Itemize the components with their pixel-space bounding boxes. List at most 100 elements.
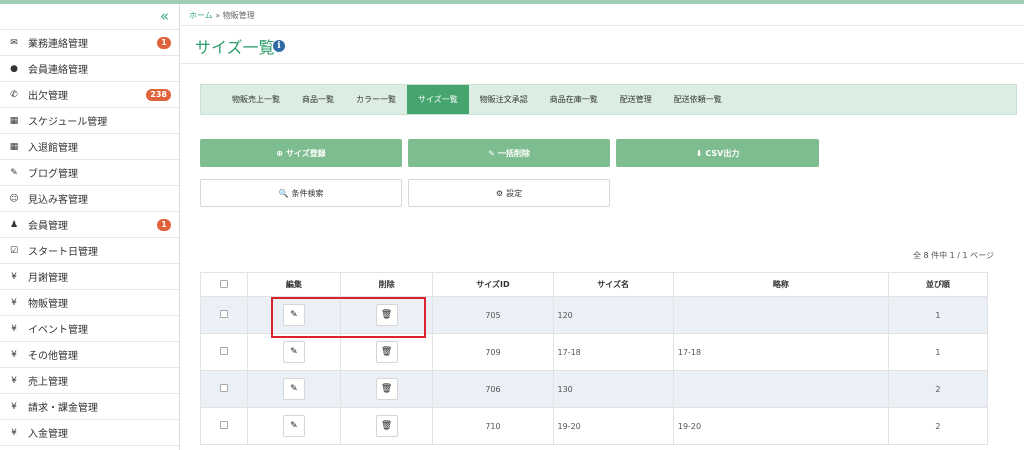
info-icon[interactable]: i [273, 40, 285, 52]
calendar-icon: ▦ [9, 115, 19, 126]
settings-button[interactable]: ⚙ 設定 [408, 179, 610, 207]
sidebar-item[interactable]: ¥ 月謝管理 [0, 264, 179, 290]
size-register-button[interactable]: ⊕ サイズ登録 [200, 139, 402, 167]
yen-icon: ¥ [11, 349, 17, 360]
abbreviation-cell [672, 296, 889, 334]
table-row[interactable]: ✎ 🗑 709 17-18 17-18 1 [199, 333, 989, 371]
pagination-info: 全 8 件中 1 / 1 ページ [912, 251, 994, 260]
row-checkbox[interactable] [220, 310, 229, 318]
sidebar-badge: 238 [146, 89, 171, 101]
comment-icon: ● [10, 63, 18, 74]
tab-item[interactable]: 商品在庫一覧 [539, 85, 609, 114]
sidebar-item[interactable]: ✉ 業務連絡管理 1 [0, 30, 179, 56]
header-delete: 削除 [339, 272, 434, 297]
tab-item[interactable]: 商品一覧 [291, 85, 345, 114]
condition-search-label: 条件検索 [291, 188, 324, 198]
yen-icon: ¥ [11, 427, 17, 438]
table-row[interactable]: ✎ 🗑 706 130 2 [199, 370, 989, 408]
header-edit: 編集 [247, 272, 341, 297]
sidebar-item[interactable]: ☑ スタート日管理 [0, 238, 179, 264]
sidebar-item[interactable]: ✆ 出欠管理 238 [0, 82, 179, 108]
breadcrumb: ホーム » 物販管理 [181, 4, 1024, 26]
yen-icon: ¥ [11, 323, 17, 334]
size-name-cell: 17-18 [552, 333, 674, 371]
main-content: ホーム » 物販管理 サイズ一覧 i 物販売上一覧 商品一覧 カラー一覧 サイズ一覧物… [181, 4, 1024, 450]
collapse-sidebar-icon[interactable]: « [160, 7, 169, 25]
yen-icon: ¥ [11, 271, 17, 282]
edit-pencil-icon[interactable]: ✎ [282, 341, 305, 363]
sidebar-badge: 1 [157, 219, 171, 231]
edit-pencil-icon[interactable]: ✎ [282, 415, 305, 437]
envelope-icon: ✉ [10, 37, 18, 48]
header-size-name[interactable]: サイズ名 [552, 272, 674, 297]
tab-item[interactable]: 物販注文承認 [469, 85, 539, 114]
sidebar: « ✉ 業務連絡管理 1 ● 会員連絡管理 ✆ 出欠管理 238 ▦ スケジュール管理 ▦ 入退館管理… [0, 4, 180, 450]
yen-icon: ¥ [11, 401, 17, 412]
row-checkbox[interactable] [220, 421, 229, 429]
size-register-label: サイズ登録 [285, 148, 326, 158]
sort-order-cell: 1 [887, 296, 989, 334]
delete-trash-icon[interactable]: 🗑 [375, 378, 398, 400]
sidebar-collapse-row: « [0, 4, 179, 30]
sidebar-item-label: 見込み客管理 [28, 195, 88, 206]
sidebar-item-label: 会員連絡管理 [28, 65, 88, 76]
sidebar-item[interactable]: ¥ 売上管理 [0, 368, 179, 394]
sidebar-item[interactable]: ¥ その他管理 [0, 342, 179, 368]
tab-bar: 物販売上一覧 商品一覧 カラー一覧 サイズ一覧 物販注文承認 商品在庫一覧 配送管理 配送依頼… [200, 84, 1017, 115]
sidebar-item[interactable]: ♟ 会員管理 1 [0, 212, 179, 238]
yen-icon: ¥ [11, 297, 17, 308]
size-id-cell: 709 [432, 333, 554, 371]
breadcrumb-home-link[interactable]: ホーム [189, 11, 213, 20]
edit-pencil-icon[interactable]: ✎ [282, 378, 305, 400]
tab-item[interactable]: 配送依頼一覧 [663, 85, 733, 114]
condition-search-button[interactable]: 🔍 条件検索 [200, 179, 402, 207]
sort-order-cell: 2 [887, 407, 989, 445]
row-select-cell [199, 333, 249, 371]
edit-cell: ✎ [247, 333, 341, 371]
smile-icon: ☺ [9, 193, 19, 204]
header-sort-order[interactable]: 並び順 [887, 272, 989, 297]
tab-item[interactable]: カラー一覧 [345, 85, 407, 114]
sidebar-item[interactable]: ● 会員連絡管理 [0, 56, 179, 82]
bulk-delete-button[interactable]: ✎ 一括削除 [408, 139, 610, 167]
delete-trash-icon[interactable]: 🗑 [375, 341, 398, 363]
sidebar-item[interactable]: ¥ イベント管理 [0, 316, 179, 342]
tab-item[interactable]: 物販売上一覧 [221, 85, 291, 114]
sidebar-item[interactable]: ¥ 物販管理 [0, 290, 179, 316]
plus-circle-icon: ⊕ [276, 148, 283, 158]
sidebar-item[interactable]: ▦ 入退館管理 [0, 134, 179, 160]
row-checkbox[interactable] [220, 384, 229, 392]
delete-cell: 🗑 [339, 407, 434, 445]
sidebar-item[interactable]: ¥ 請求・課金管理 [0, 394, 179, 420]
bulk-delete-label: 一括削除 [497, 148, 530, 158]
pencil-icon: ✎ [10, 167, 18, 178]
table-row[interactable]: ✎ 🗑 710 19-20 19-20 2 [199, 407, 989, 445]
yen-icon: ¥ [11, 375, 17, 386]
select-all-checkbox[interactable] [220, 279, 229, 288]
sort-order-cell: 2 [887, 370, 989, 408]
sidebar-item-label: 物販管理 [28, 299, 68, 310]
size-id-cell: 705 [432, 296, 554, 334]
sidebar-item[interactable]: ☺ 見込み客管理 [0, 186, 179, 212]
sidebar-item[interactable]: ✎ ブログ管理 [0, 160, 179, 186]
header-size-id[interactable]: サイズID [432, 272, 554, 297]
row-select-cell [199, 407, 249, 445]
abbreviation-cell: 19-20 [672, 407, 889, 445]
breadcrumb-separator: » [215, 11, 221, 20]
sidebar-item[interactable]: ¥ 入金管理 [0, 420, 179, 446]
delete-cell: 🗑 [339, 370, 434, 408]
size-id-cell: 706 [432, 370, 554, 408]
row-checkbox[interactable] [220, 347, 229, 355]
delete-trash-icon[interactable]: 🗑 [375, 415, 398, 437]
tab-item[interactable]: サイズ一覧 [407, 85, 469, 114]
select-all-header[interactable] [199, 272, 249, 297]
size-name-cell: 19-20 [552, 407, 674, 445]
header-abbreviation[interactable]: 略称 [672, 272, 889, 297]
tab-item[interactable]: 配送管理 [609, 85, 663, 114]
table-header-row: 編集 削除 サイズID サイズ名 略称 並び順 [199, 272, 989, 297]
sidebar-item[interactable]: ▦ スケジュール管理 [0, 108, 179, 134]
sort-order-cell: 1 [887, 333, 989, 371]
csv-export-button[interactable]: ⬇ CSV出力 [616, 139, 819, 167]
sidebar-item-label: 売上管理 [28, 377, 68, 388]
search-icon: 🔍 [278, 188, 289, 198]
